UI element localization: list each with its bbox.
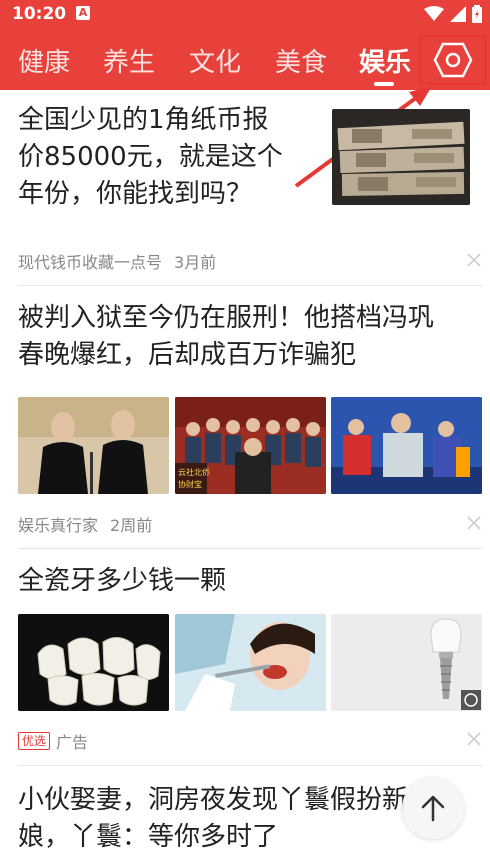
ad-title: 全瓷牙多少钱一颗 — [18, 566, 227, 596]
news-title: 全国少见的1角纸币报 价85000元，就是这个 年份，你能找到吗？ — [18, 105, 283, 209]
news-title: 小伙娶妻，洞房夜发现丫鬟假扮新 娘，丫鬟：等你多时了 — [18, 785, 409, 852]
ad-image[interactable] — [18, 614, 169, 711]
news-time: 2周前 — [110, 516, 153, 535]
ad-meta: 优选 广告 — [18, 729, 88, 753]
divider — [18, 765, 482, 766]
divider — [18, 285, 482, 286]
news-source: 现代钱币收藏一点号 — [18, 253, 163, 272]
ad-image[interactable] — [175, 614, 326, 711]
news-source: 娱乐真行家 — [18, 516, 99, 535]
svg-text:云社北侨: 云社北侨 — [178, 467, 210, 477]
close-icon[interactable] — [466, 252, 482, 268]
arrow-up-icon — [421, 795, 445, 822]
ad-badge: 优选 — [18, 732, 51, 750]
news-thumbnail[interactable] — [332, 109, 470, 205]
news-meta: 现代钱币收藏一点号 3月前 — [18, 249, 216, 273]
news-time: 3月前 — [174, 253, 217, 272]
ad-image[interactable] — [331, 614, 482, 711]
news-title: 被判入狱至今仍在服刑！他搭档冯巩 春晚爆红，后却成百万诈骗犯 — [18, 303, 435, 370]
news-image[interactable] — [331, 397, 482, 494]
svg-text:协财宝: 协财宝 — [178, 479, 202, 489]
news-meta: 娱乐真行家 2周前 — [18, 512, 152, 536]
divider — [18, 548, 482, 549]
close-icon[interactable] — [466, 731, 482, 747]
news-image[interactable]: 云社北侨 协财宝 — [175, 397, 326, 494]
back-to-top-button[interactable] — [402, 777, 464, 839]
news-image[interactable] — [18, 397, 169, 494]
close-icon[interactable] — [466, 515, 482, 531]
ad-label: 广告 — [56, 733, 89, 752]
